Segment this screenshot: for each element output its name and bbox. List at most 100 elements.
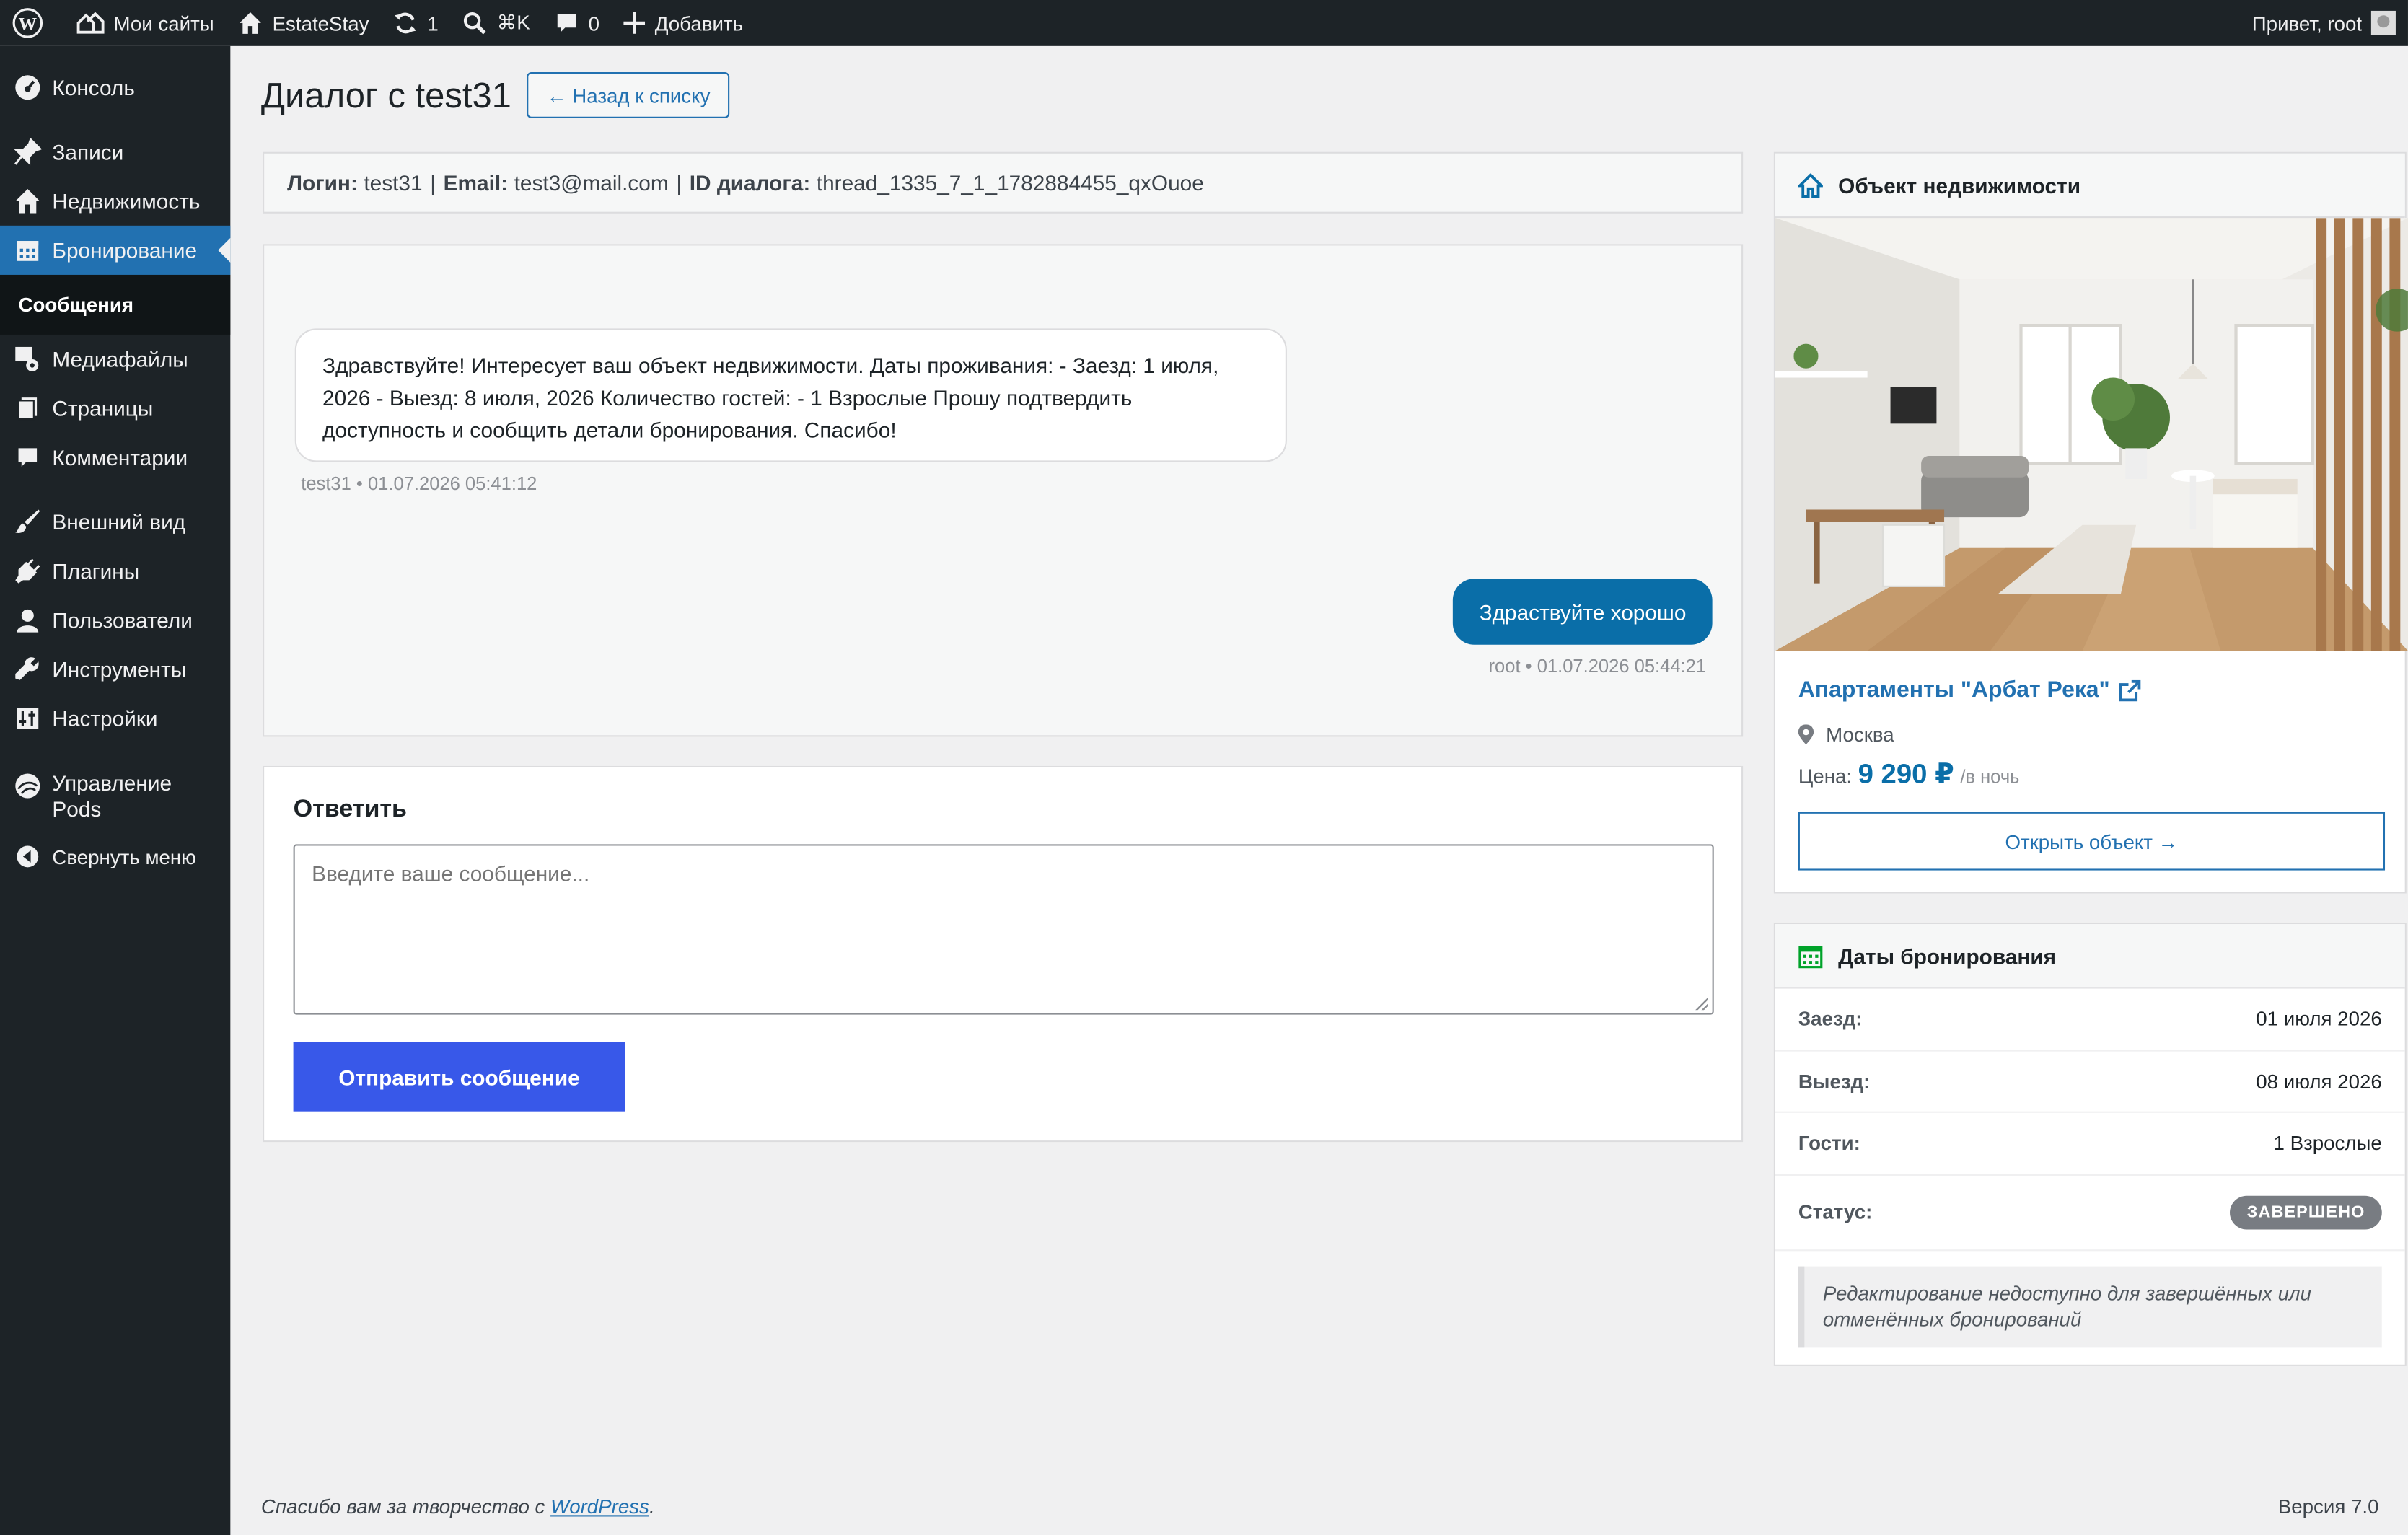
wrench-icon — [12, 654, 43, 685]
wordpress-logo-icon[interactable]: W — [0, 0, 64, 46]
reply-form: Ответить Отправить сообщение — [263, 765, 1744, 1143]
status-badge: ЗАВЕРШЕНО — [2230, 1195, 2382, 1229]
sidebar-item-users[interactable]: Пользователи — [0, 596, 230, 645]
status-label: Статус: — [1798, 1200, 1873, 1224]
footer-thanks-text: Спасибо вам за творчество с — [260, 1495, 551, 1518]
footer-thanks: Спасибо вам за творчество с WordPress. — [261, 1495, 655, 1518]
plugin-icon — [12, 555, 43, 586]
comment-icon — [558, 14, 576, 32]
updates-icon — [395, 12, 417, 34]
settings-icon — [12, 703, 43, 734]
collapse-icon — [12, 841, 43, 872]
sidebar-item-label: Недвижимость — [52, 188, 201, 214]
sidebar-item-label: Внешний вид — [52, 509, 186, 535]
open-property-button[interactable]: Открыть объект → — [1798, 812, 2386, 871]
my-sites-label: Мои сайты — [113, 11, 214, 35]
price-amount: 9 290 ₽ — [1858, 758, 1954, 789]
sidebar-item-label: Медиафайлы — [52, 346, 188, 371]
reply-title: Ответить — [293, 796, 407, 823]
property-name-link[interactable]: Апартаменты "Арбат Река" — [1798, 677, 2141, 703]
sidebar-item-appearance[interactable]: Внешний вид — [0, 497, 230, 546]
checkin-row: Заезд: 01 июля 2026 — [1775, 988, 2405, 1051]
sidebar-item-comments[interactable]: Комментарии — [0, 433, 230, 482]
login-value: test31 — [364, 170, 423, 195]
footer-version: Версия 7.0 — [2277, 1495, 2379, 1518]
sidebar-item-dashboard[interactable]: Консоль — [0, 63, 230, 112]
calendar-icon — [12, 235, 43, 266]
sidebar-item-pages[interactable]: Страницы — [0, 384, 230, 433]
account-menu[interactable]: Привет, root — [2240, 0, 2408, 46]
comments-count: 0 — [588, 11, 600, 35]
checkin-value: 01 июля 2026 — [2256, 1007, 2382, 1031]
sidebar-item-label: Комментарии — [52, 445, 188, 470]
back-to-list-button[interactable]: ← Назад к списку — [527, 72, 731, 118]
updates-count: 1 — [427, 11, 439, 35]
textarea-resize-handle[interactable] — [1695, 998, 1708, 1011]
checkout-value: 08 июля 2026 — [2256, 1069, 2382, 1093]
property-photo[interactable] — [1775, 218, 2408, 651]
sidebar-item-pods[interactable]: Управление Pods — [0, 758, 230, 832]
location-pin-icon — [1798, 724, 1814, 745]
outgoing-message: Здраствуйте хорошо — [1453, 579, 1713, 645]
add-new-label: Добавить — [654, 11, 744, 35]
avatar — [2370, 10, 2396, 35]
price-label: Цена: — [1798, 764, 1853, 788]
edit-disabled-notice: Редактирование недоступно для завершённы… — [1798, 1265, 2382, 1347]
search-shortcut: ⌘K — [496, 10, 530, 34]
add-new-menu[interactable]: Добавить — [612, 0, 755, 46]
property-city: Москва — [1826, 723, 1894, 747]
sidebar-item-label: Бронирование — [52, 237, 198, 263]
comments-menu[interactable]: 0 — [542, 0, 612, 46]
sidebar-item-label: Инструменты — [52, 656, 187, 682]
sidebar-item-label: Консоль — [52, 75, 135, 100]
thread-id-label: ID диалога: — [689, 170, 811, 195]
guests-value: 1 Взрослые — [2273, 1131, 2382, 1155]
admin-sidebar: Консоль Записи Недвижимость Бронирование… — [0, 45, 231, 1535]
sidebar-item-label: Страницы — [52, 396, 154, 421]
footer-thanks-suffix: . — [649, 1495, 655, 1518]
sidebar-item-label: Настройки — [52, 705, 158, 731]
send-message-button[interactable]: Отправить сообщение — [293, 1042, 625, 1112]
sidebar-item-label: Свернуть меню — [52, 845, 196, 868]
search-menu[interactable]: ⌘K — [451, 0, 542, 46]
home-icon — [1798, 172, 1823, 198]
sidebar-item-label: Управление Pods — [52, 770, 172, 822]
checkout-label: Выезд: — [1798, 1069, 1871, 1093]
pages-icon — [12, 393, 43, 424]
submenu-item-messages[interactable]: Сообщения — [0, 281, 230, 328]
calendar-icon — [1798, 945, 1823, 968]
booking-dates-title: Даты бронирования — [1838, 943, 2057, 968]
sidebar-item-label: Пользователи — [52, 607, 193, 633]
incoming-message: Здравствуйте! Интересует ваш объект недв… — [294, 328, 1287, 462]
user-icon — [12, 604, 43, 635]
sidebar-item-plugins[interactable]: Плагины — [0, 547, 230, 596]
wordpress-link[interactable]: WordPress — [550, 1495, 649, 1518]
login-label: Логин: — [287, 170, 358, 195]
price-unit: /в ночь — [1960, 765, 2020, 788]
status-row: Статус: ЗАВЕРШЕНО — [1775, 1175, 2405, 1251]
email-label: Email: — [443, 170, 509, 195]
sidebar-item-tools[interactable]: Инструменты — [0, 645, 230, 694]
booking-dates-header: Даты бронирования — [1775, 924, 2405, 989]
site-name-menu[interactable]: EstateStay — [227, 0, 382, 46]
main-content: Диалог с test31 ← Назад к списку Логин: … — [230, 46, 2408, 1535]
property-name: Апартаменты "Арбат Река" — [1798, 677, 2110, 703]
updates-menu[interactable]: 1 — [381, 0, 450, 46]
property-card-title: Объект недвижимости — [1838, 172, 2081, 198]
sidebar-item-booking[interactable]: Бронирование — [0, 225, 231, 275]
svg-text:W: W — [19, 14, 38, 35]
booking-submenu: Сообщения — [0, 274, 231, 335]
property-card-header: Объект недвижимости — [1775, 153, 2405, 219]
my-sites-menu[interactable]: Мои сайты — [64, 0, 226, 46]
property-price: Цена: 9 290 ₽ /в ночь — [1798, 758, 2020, 791]
property-location: Москва — [1798, 723, 1894, 746]
sidebar-item-media[interactable]: Медиафайлы — [0, 335, 230, 384]
sidebar-item-posts[interactable]: Записи — [0, 128, 230, 177]
site-name-label: EstateStay — [272, 11, 369, 35]
sidebar-item-real-estate[interactable]: Недвижимость — [0, 177, 230, 226]
sidebar-item-settings[interactable]: Настройки — [0, 694, 230, 743]
property-card: Объект недвижимости Апартаменты "Арбат Р… — [1773, 151, 2408, 894]
sidebar-collapse-menu[interactable]: Свернуть меню — [0, 832, 230, 881]
reply-message-input[interactable] — [293, 844, 1714, 1015]
incoming-message-meta: test31 • 01.07.2026 05:41:12 — [301, 472, 537, 495]
